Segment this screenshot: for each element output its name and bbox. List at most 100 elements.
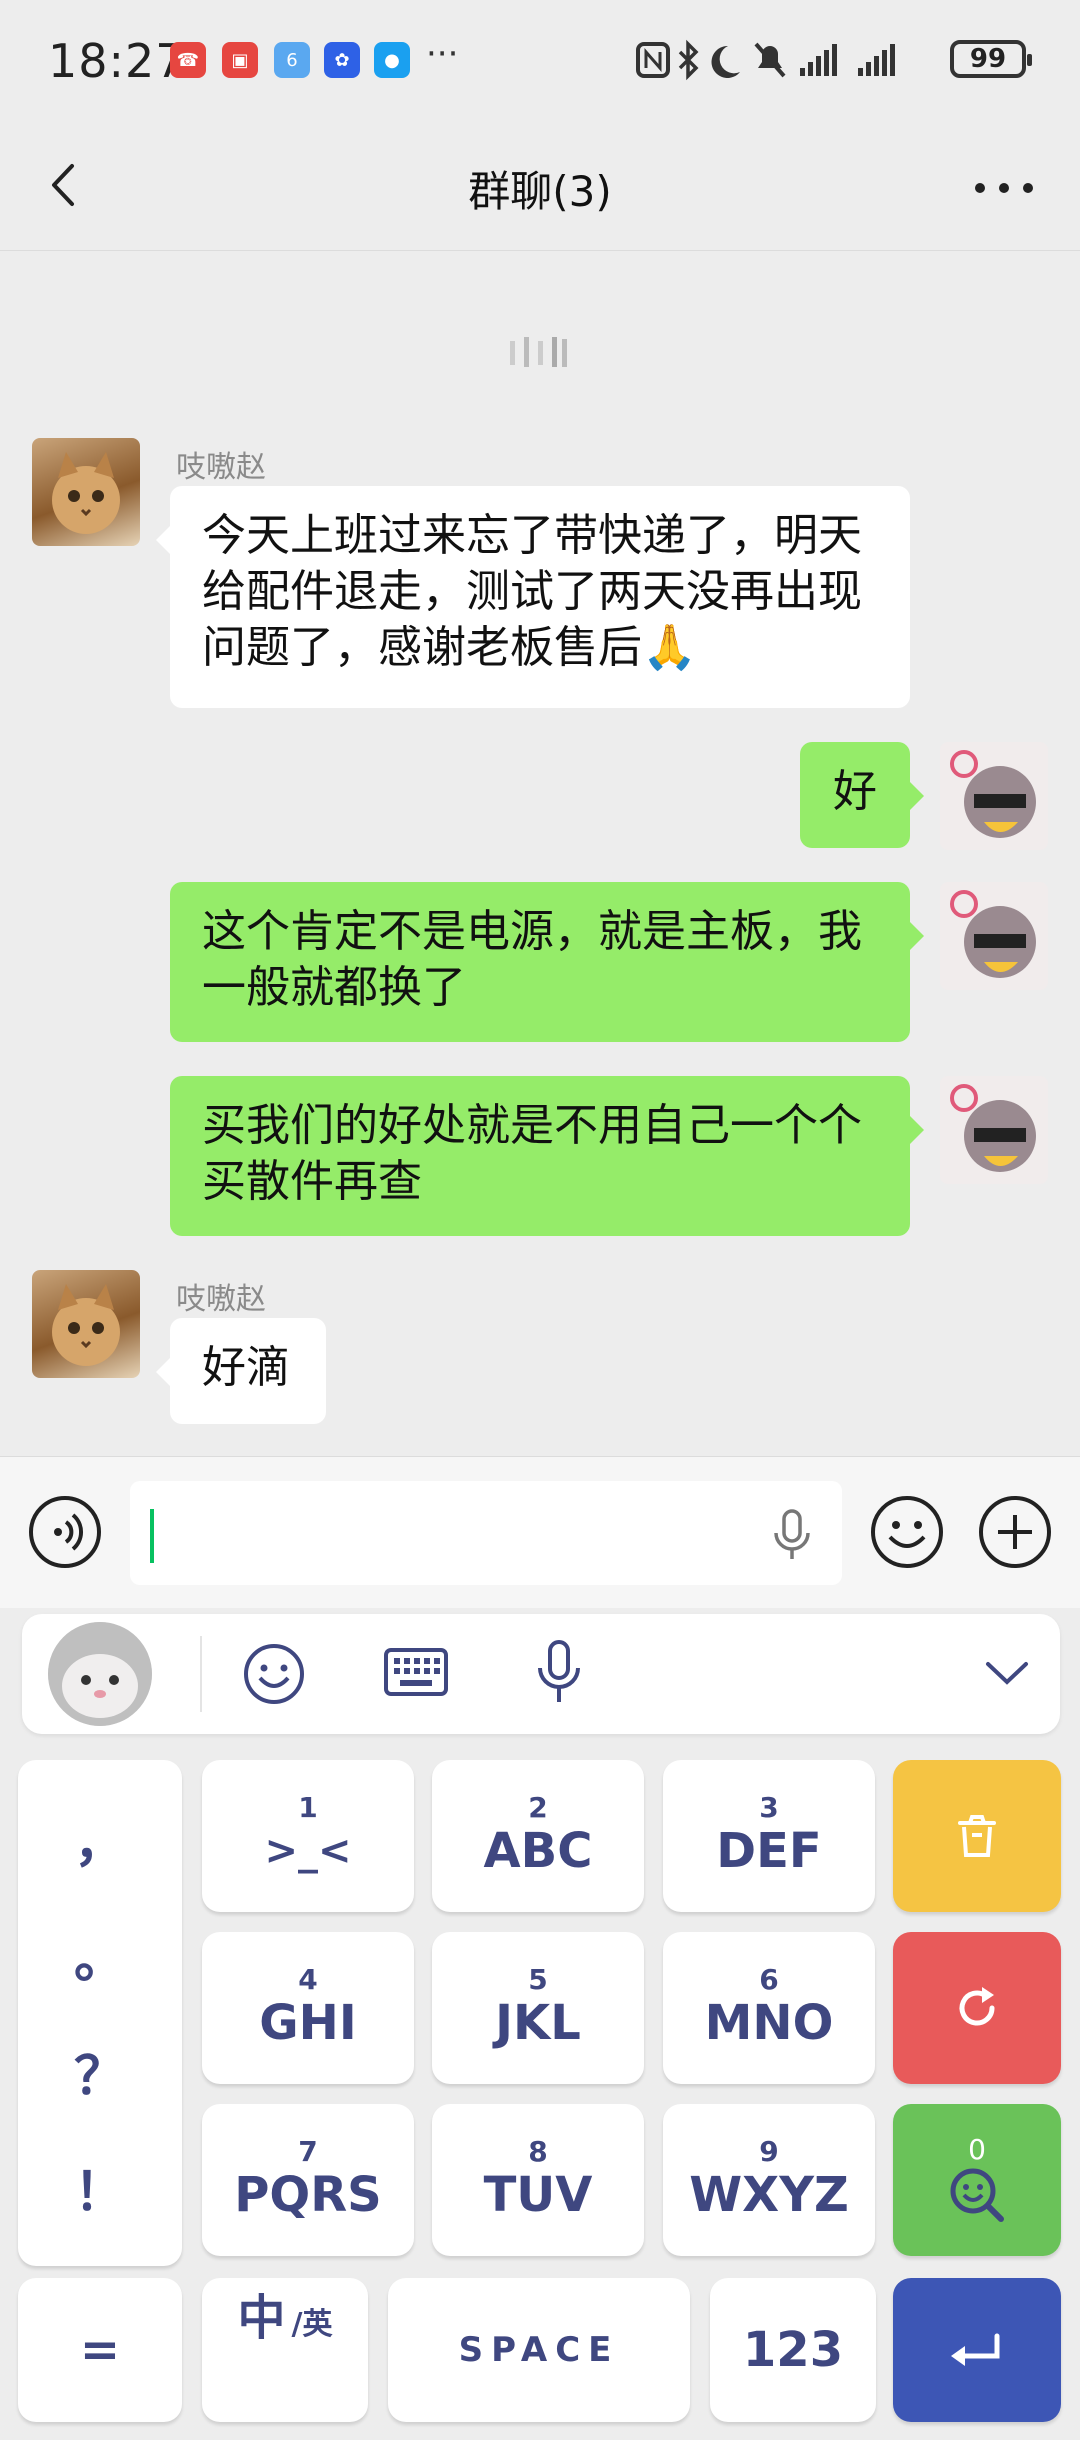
- status-bar: 18:27 ☎ ▣ 6 ✿ ● ··· 99: [0, 0, 1080, 120]
- key-8[interactable]: 8 TUV: [432, 2104, 644, 2256]
- key-number: 8: [528, 2135, 548, 2168]
- punct-comma-key[interactable]: ，: [74, 1801, 126, 1876]
- key-number: 7: [298, 2135, 318, 2168]
- key-number: 6: [759, 1963, 779, 1996]
- space-key[interactable]: SPACE: [388, 2278, 690, 2422]
- nfc-icon: [636, 42, 670, 78]
- equals-key[interactable]: =: [18, 2278, 182, 2422]
- search-count: 0: [968, 2133, 986, 2166]
- more-options-button[interactable]: [970, 160, 1040, 210]
- equals-label: =: [79, 2322, 121, 2378]
- message-bubble[interactable]: 好滴: [156, 1318, 326, 1424]
- collapse-keyboard-button[interactable]: [982, 1654, 1032, 1698]
- enter-key[interactable]: [893, 2278, 1061, 2422]
- key-9[interactable]: 9 WXYZ: [663, 2104, 875, 2256]
- key-1[interactable]: 1 >_<: [202, 1760, 414, 1912]
- moon-icon: [711, 45, 740, 78]
- message-bubble[interactable]: 好: [800, 742, 924, 848]
- search-smile-icon: [950, 2168, 1004, 2222]
- keyboard-emoji-button[interactable]: [242, 1642, 306, 1710]
- anime-avatar-icon: [950, 750, 1036, 838]
- key-number: 4: [298, 1963, 318, 1996]
- cat-avatar-icon: [52, 452, 120, 534]
- keyboard-avatar[interactable]: [48, 1622, 152, 1726]
- mute-icon: [754, 42, 786, 78]
- punct-period-key[interactable]: 。: [74, 1917, 126, 1992]
- message-line: 给配件退走，测试了两天没再出现: [202, 566, 862, 617]
- message-line: 好滴: [202, 1342, 290, 1393]
- input-mic-button[interactable]: [770, 1509, 814, 1567]
- anime-avatar-icon: [950, 1084, 1036, 1172]
- input-bar: [0, 1456, 1080, 1609]
- keyboard-switch-button[interactable]: [384, 1646, 448, 1704]
- self-avatar[interactable]: [940, 882, 1048, 990]
- key-letters: DEF: [716, 1823, 822, 1879]
- emoji-button[interactable]: [870, 1495, 944, 1573]
- sender-avatar[interactable]: [32, 438, 140, 546]
- sender-name: 吱嗷赵: [176, 1282, 266, 1317]
- key-number: 3: [759, 1791, 779, 1824]
- microphone-icon: [774, 1509, 810, 1559]
- message-line: 好: [833, 766, 877, 817]
- key-5[interactable]: 5 JKL: [432, 1932, 644, 2084]
- text-caret: [150, 1509, 154, 1563]
- key-7[interactable]: 7 PQRS: [202, 2104, 414, 2256]
- space-label: SPACE: [458, 2330, 620, 2370]
- key-letters: MNO: [704, 1995, 834, 2051]
- key-4[interactable]: 4 GHI: [202, 1932, 414, 2084]
- enter-icon: [951, 2333, 1000, 2366]
- message-bubble[interactable]: 今天上班过来忘了带快递了，明天 给配件退走，测试了两天没再出现 问题了，感谢老板…: [156, 486, 910, 708]
- signal-1-icon: [800, 44, 837, 76]
- app-6-icon: 6: [274, 42, 310, 78]
- chat-title: 群聊(3): [468, 167, 612, 216]
- key-6[interactable]: 6 MNO: [663, 1932, 875, 2084]
- message-line: 今天上班过来忘了带快递了，明天: [202, 510, 862, 561]
- status-icons: [636, 38, 936, 82]
- chat-header: 群聊(3): [0, 120, 1080, 251]
- more-actions-button[interactable]: [978, 1495, 1052, 1573]
- keyboard-voice-button[interactable]: [534, 1640, 584, 1710]
- key-letters: PQRS: [234, 2167, 382, 2223]
- key-letters: GHI: [259, 1995, 357, 2051]
- app-store-icon: ✿: [324, 42, 360, 78]
- message-app-icon: ●: [374, 42, 410, 78]
- voice-toggle-button[interactable]: [28, 1495, 102, 1573]
- self-avatar[interactable]: [940, 1076, 1048, 1184]
- key-3[interactable]: 3 DEF: [663, 1760, 875, 1912]
- battery-indicator: 99: [950, 40, 1032, 78]
- key-letters: >_<: [264, 1828, 352, 1874]
- number-mode-key[interactable]: 123: [710, 2278, 876, 2422]
- reload-key[interactable]: [893, 1932, 1061, 2084]
- key-number: 5: [528, 1963, 548, 1996]
- keyboard: ， 。 ？ ！ 1 >_< 2 ABC 3 DEF 4 GHI 5 JKL 6 …: [0, 1608, 1080, 2440]
- toolbar-divider: [200, 1636, 202, 1712]
- lang-main-label: 中: [237, 2290, 286, 2346]
- sender-name: 吱嗷赵: [176, 450, 266, 485]
- delete-key[interactable]: [893, 1760, 1061, 1912]
- punct-exclaim-key[interactable]: ！: [74, 2150, 126, 2225]
- more-dots-icon: [975, 183, 1033, 193]
- key-letters: ABC: [483, 1823, 593, 1879]
- message-line: 买散件再查: [202, 1156, 422, 1207]
- message-bubble[interactable]: 买我们的好处就是不用自己一个个 买散件再查: [170, 1076, 924, 1236]
- message-bubble[interactable]: 这个肯定不是电源，就是主板，我 一般就都换了: [170, 882, 924, 1042]
- missed-call-icon: ☎: [170, 42, 206, 78]
- key-number: 9: [759, 2135, 779, 2168]
- message-line: 这个肯定不是电源，就是主板，我: [202, 906, 862, 957]
- self-avatar[interactable]: [940, 742, 1048, 850]
- smiley-icon: [871, 1496, 943, 1568]
- key-letters: TUV: [483, 2167, 593, 2223]
- signal-2-icon: [858, 44, 895, 76]
- language-switch-key[interactable]: 中 /英: [202, 2278, 368, 2422]
- sender-avatar[interactable]: [32, 1270, 140, 1378]
- message-input[interactable]: [130, 1481, 842, 1585]
- punct-question-key[interactable]: ？: [74, 2034, 126, 2109]
- plus-circle-icon: [979, 1496, 1051, 1568]
- search-key[interactable]: 0: [893, 2104, 1061, 2256]
- trash-icon: [958, 1815, 996, 1857]
- voice-wave-icon: [29, 1496, 101, 1568]
- anime-avatar-icon: [950, 890, 1036, 978]
- microphone-icon: [538, 1640, 580, 1702]
- key-number: 2: [528, 1791, 548, 1824]
- key-2[interactable]: 2 ABC: [432, 1760, 644, 1912]
